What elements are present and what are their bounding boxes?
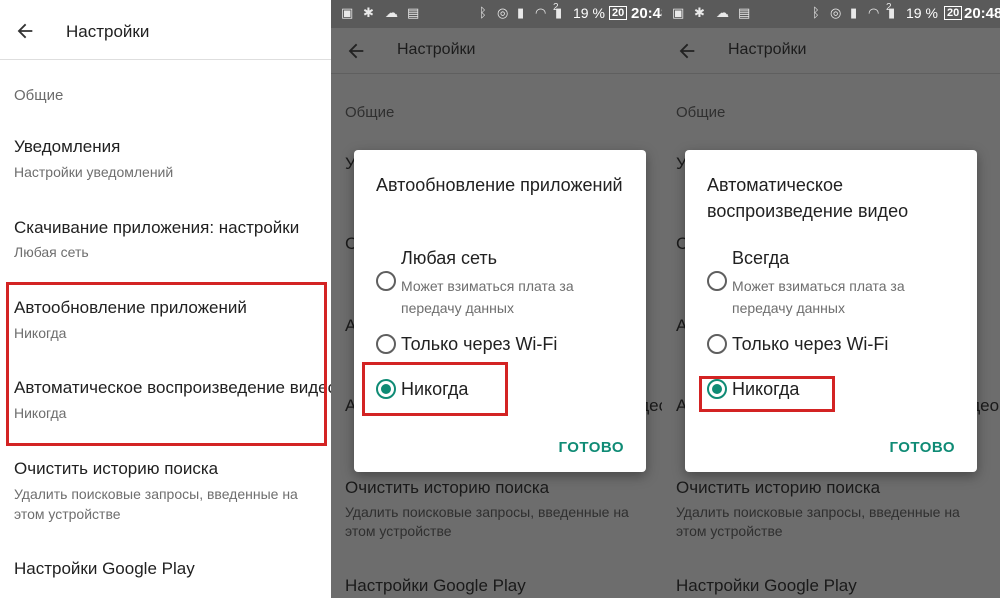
alarm-icon: ◎ (830, 5, 842, 20)
battery-icon: 20 (944, 6, 963, 20)
autoplay-dialog: Автоматическое воспроизведение видео Все… (685, 150, 977, 472)
google-play-settings-item: Настройки Google Play (676, 576, 857, 595)
clear-history-subtitle-line2: этом устройстве (14, 506, 121, 522)
cloud-icon: ☁ (385, 5, 398, 20)
battery-icon: 20 (609, 6, 628, 20)
signal-icon: ▮ (517, 5, 525, 20)
clear-history-subtitle-line1: Удалить поисковые запросы, введенные на (345, 504, 629, 520)
bluetooth-icon: ᛒ (479, 5, 487, 20)
app-bar: Настройки (662, 28, 1000, 74)
clear-history-item: Очистить историю поиска (676, 478, 881, 497)
clear-history-subtitle-line2: этом устройстве (345, 523, 452, 539)
clear-history-subtitle-line1: Удалить поисковые запросы, введенные на (676, 504, 960, 520)
highlight-box (699, 376, 835, 412)
autoupdate-dialog-screen: ▣ ✱ ☁ ▤ ᛒ ◎ ▮ ◠ 2 ▮ 19 % 20 20:48 Настро… (331, 0, 662, 598)
google-play-settings-item: Настройки Google Play (345, 576, 526, 595)
dialog-title: Автоматическое воспроизведение видео (707, 175, 909, 221)
done-button[interactable]: ГОТОВО (889, 439, 955, 456)
section-general-label: Общие (676, 104, 726, 121)
page-title: Настройки (397, 41, 476, 58)
bluetooth-icon: ᛒ (812, 5, 820, 20)
radio-wifi-only[interactable] (376, 334, 396, 354)
option-wifi-only-label[interactable]: Только через Wi-Fi (732, 334, 888, 355)
gallery-icon: ▣ (341, 5, 354, 20)
download-settings-subtitle: Любая сеть (14, 244, 89, 260)
gallery-icon: ▣ (672, 5, 685, 20)
card-icon: ▤ (738, 5, 751, 20)
clock: 20:48 (631, 5, 662, 22)
app-bar: Настройки (0, 0, 331, 60)
google-play-settings-item[interactable]: Настройки Google Play (14, 559, 195, 579)
option-always-sub: Может взиматься плата за передачу данных (732, 278, 905, 316)
notifications-subtitle: Настройки уведомлений (14, 164, 174, 180)
status-bar: ▣ ✱ ☁ ▤ ᛒ ◎ ▮ ◠ 2 ▮ 19 % 20 20:48 (331, 0, 662, 28)
alarm-icon: ◎ (497, 5, 509, 20)
done-button[interactable]: ГОТОВО (558, 439, 624, 456)
notifications-item[interactable]: Уведомления (14, 137, 120, 157)
status-bar: ▣ ✱ ☁ ▤ ᛒ ◎ ▮ ◠ 2 ▮ 19 % 20 20:48 (662, 0, 1000, 28)
back-arrow-icon (679, 43, 695, 59)
cloud-icon: ☁ (716, 5, 729, 20)
android-icon: ✱ (694, 5, 705, 20)
page-title: Настройки (66, 22, 150, 41)
autoplay-dialog-screen: ▣ ✱ ☁ ▤ ᛒ ◎ ▮ ◠ 2 ▮ 19 % 20 20:48 Настро… (662, 0, 1000, 598)
back-arrow-icon[interactable] (14, 20, 36, 42)
option-wifi-only-label[interactable]: Только через Wi-Fi (401, 334, 557, 355)
section-general-label: Общие (14, 87, 64, 104)
radio-always[interactable] (707, 271, 727, 291)
back-arrow-icon (348, 43, 364, 59)
radio-any-network[interactable] (376, 271, 396, 291)
clear-history-item: Очистить историю поиска (345, 478, 550, 497)
highlight-box (362, 362, 508, 416)
radio-wifi-only[interactable] (707, 334, 727, 354)
sim-signal-icon: ▮ (888, 5, 896, 20)
option-any-network-sub: Может взиматься плата за передачу данных (401, 278, 574, 316)
card-icon: ▤ (407, 5, 420, 20)
clock: 20:48 (964, 5, 1000, 22)
battery-percent: 19 % (906, 5, 938, 21)
clear-history-subtitle-line2: этом устройстве (676, 523, 783, 539)
option-always-label[interactable]: Всегда (732, 248, 789, 269)
download-settings-item[interactable]: Скачивание приложения: настройки (14, 218, 299, 238)
clear-history-item[interactable]: Очистить историю поиска (14, 459, 218, 479)
signal-icon: ▮ (850, 5, 858, 20)
sim-signal-icon: ▮ (555, 5, 563, 20)
option-any-network-label[interactable]: Любая сеть (401, 248, 497, 269)
settings-screen: Настройки Общие Уведомления Настройки ув… (0, 0, 331, 598)
clear-history-subtitle-line1: Удалить поисковые запросы, введенные на (14, 486, 298, 502)
wifi-icon: ◠ (535, 5, 547, 20)
android-icon: ✱ (363, 5, 374, 20)
page-title: Настройки (728, 41, 807, 58)
wifi-icon: ◠ (868, 5, 880, 20)
autoupdate-dialog: Автообновление приложений Любая сеть Мож… (354, 150, 646, 472)
dialog-title: Автообновление приложений (376, 175, 623, 195)
section-general-label: Общие (345, 104, 395, 121)
app-bar: Настройки (331, 28, 662, 74)
battery-percent: 19 % (573, 5, 605, 21)
highlight-box (6, 282, 327, 446)
